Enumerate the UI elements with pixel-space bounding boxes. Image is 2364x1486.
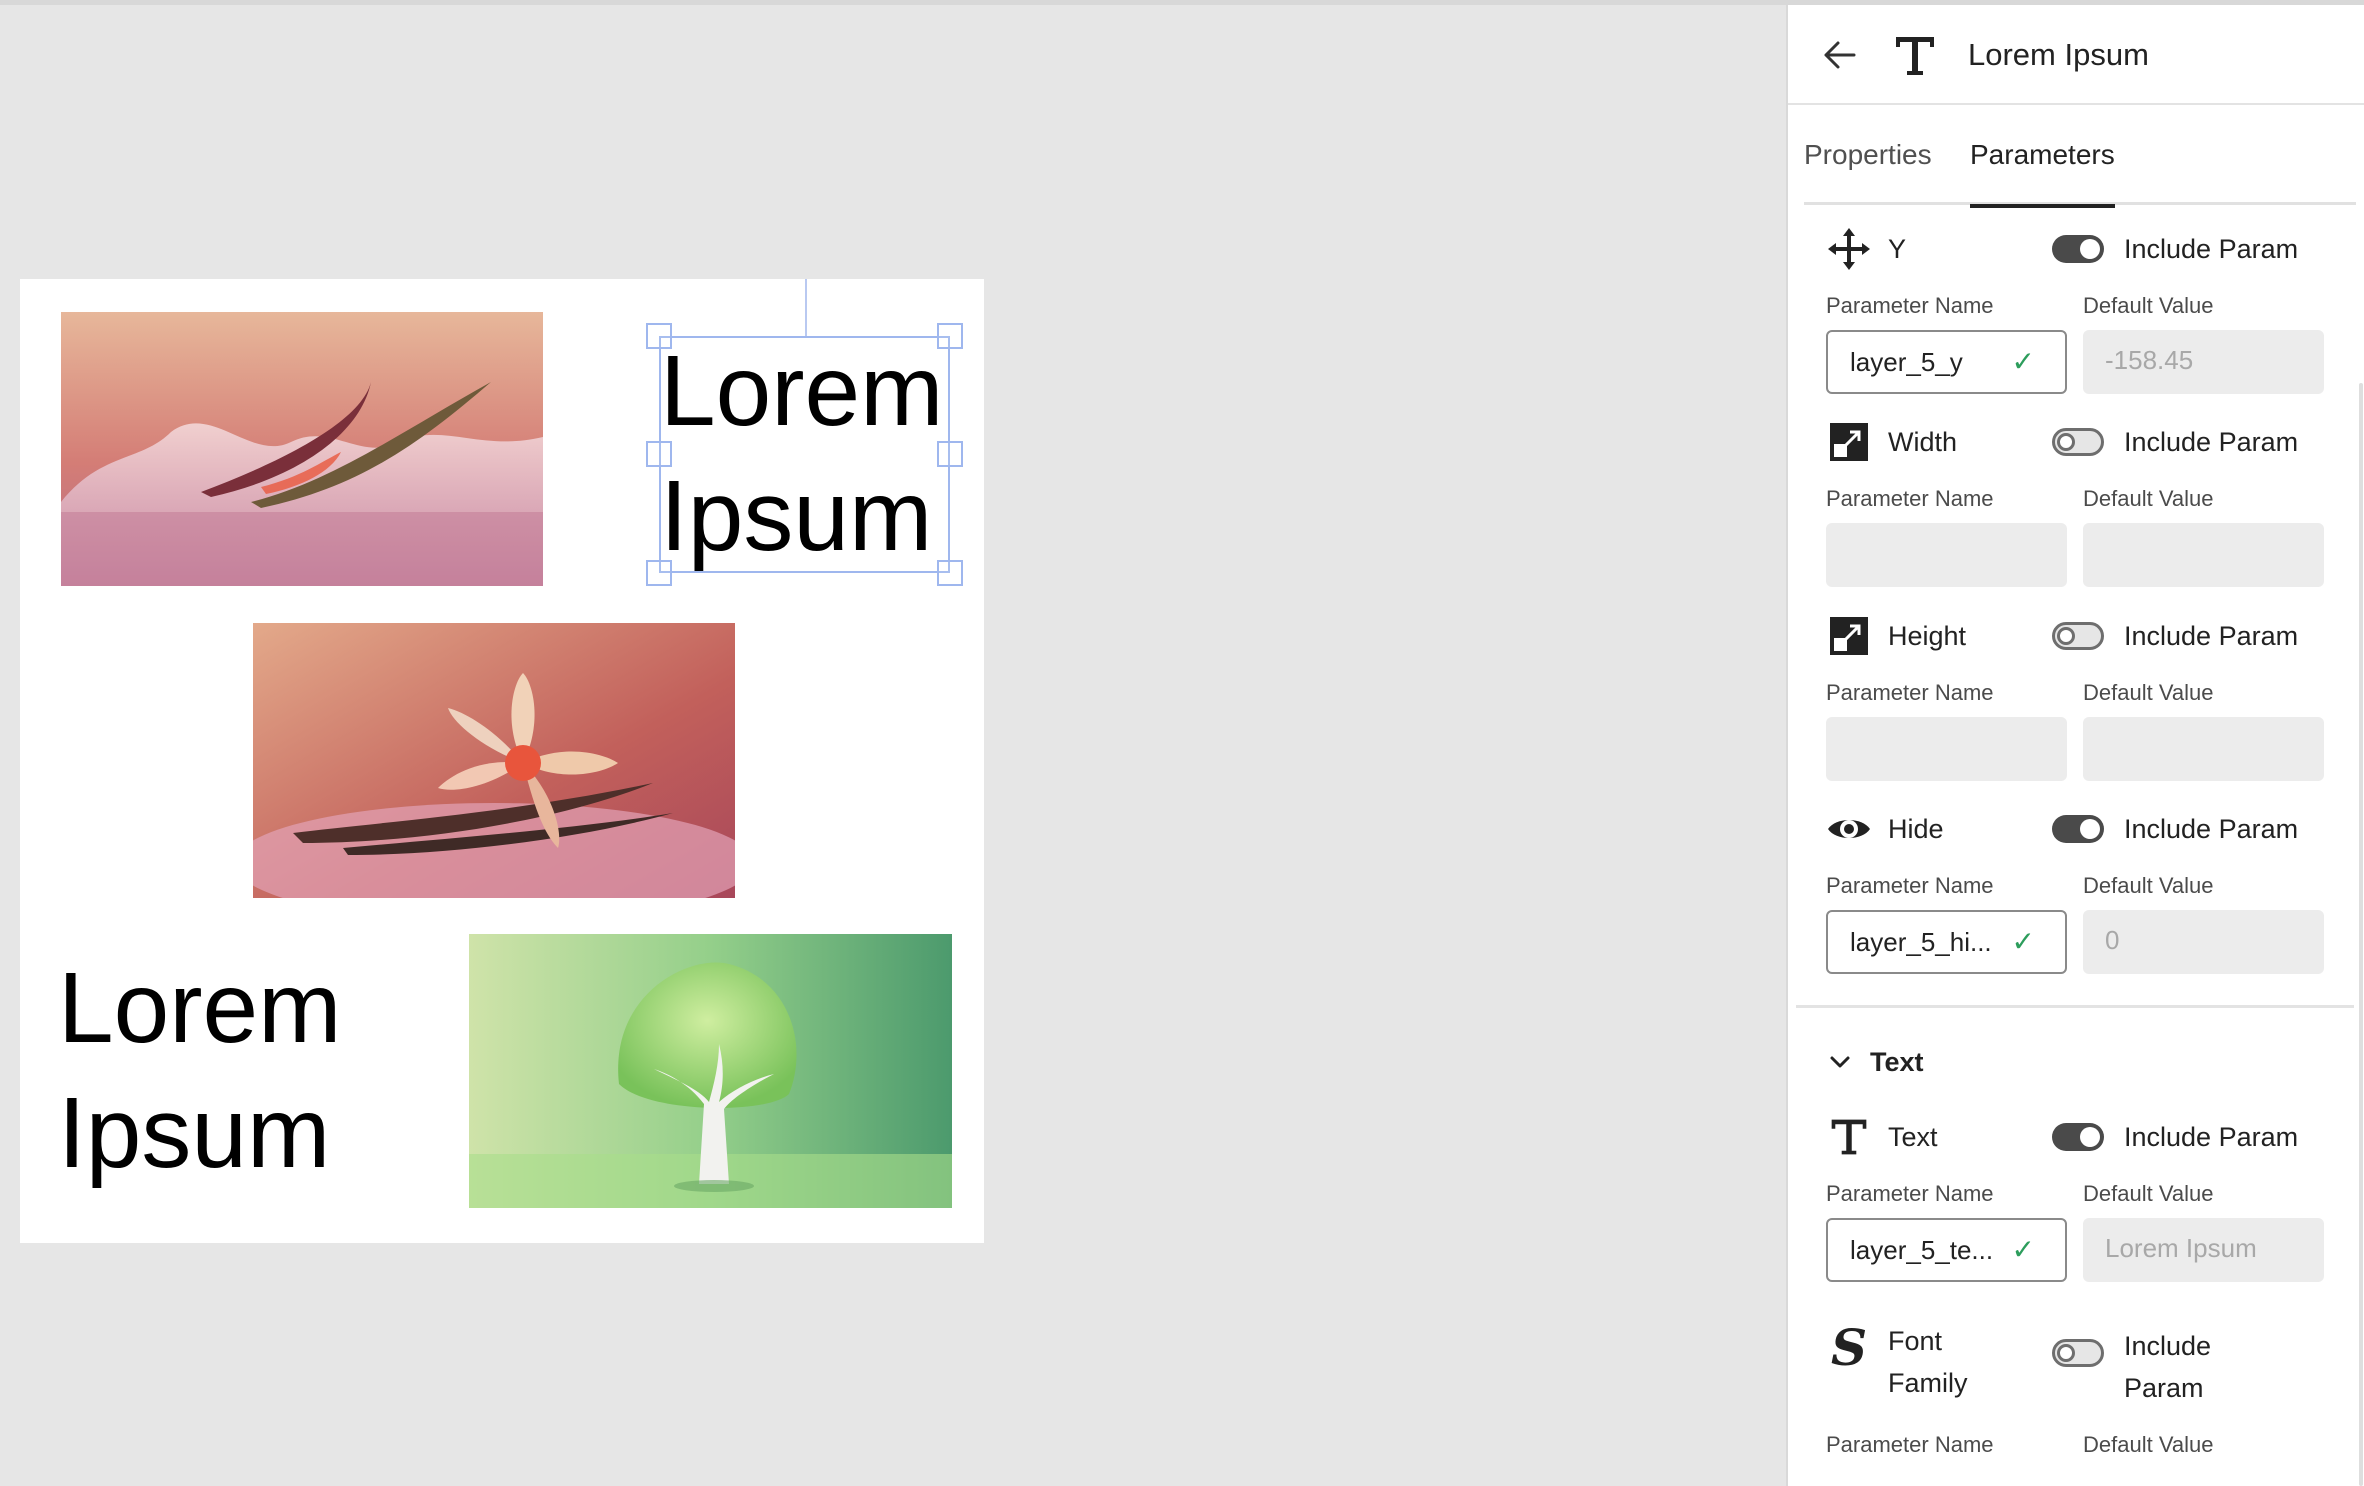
include-param-toggle[interactable] — [2052, 1123, 2104, 1151]
param-label: Height — [1888, 621, 1967, 651]
default-value-field: Lorem Ipsum — [2083, 1218, 2324, 1282]
param-label: Font Family — [1888, 1320, 1968, 1404]
resize-icon — [1826, 419, 1872, 465]
include-param-toggle[interactable] — [2052, 622, 2104, 650]
arrow-left-icon — [1820, 35, 1860, 80]
include-param-toggle[interactable] — [2052, 428, 2104, 456]
artboard[interactable]: Lorem Ipsum Lorem Ipsum — [20, 279, 984, 1243]
include-param-toggle[interactable] — [2052, 235, 2104, 263]
param-label: Text — [1888, 1122, 1938, 1152]
section-divider — [1796, 1005, 2354, 1008]
parameter-name-input — [1826, 523, 2067, 587]
properties-panel: Lorem Ipsum Properties Parameters Y Incl… — [1786, 5, 2364, 1486]
include-param-label: Include Param — [2124, 621, 2299, 651]
parameter-name-label: Parameter Name — [1826, 873, 1994, 898]
default-value-label: Default Value — [2083, 486, 2214, 511]
param-label: Hide — [1888, 814, 1944, 844]
param-label: Width — [1888, 427, 1958, 457]
resize-handle-left[interactable] — [646, 441, 672, 467]
include-param-toggle[interactable] — [2052, 815, 2104, 843]
rotate-handle-line — [805, 279, 807, 336]
font-family-icon: S — [1830, 1318, 1868, 1377]
parameter-name-input[interactable]: layer_5_y ✓ — [1826, 330, 2067, 394]
default-value-label: Default Value — [2083, 1181, 2214, 1206]
checkmark-icon: ✓ — [2011, 1234, 2035, 1265]
section-title: Text — [1870, 1046, 1924, 1077]
default-value-field: -158.45 — [2083, 330, 2324, 394]
default-value-label: Default Value — [2083, 873, 2214, 898]
include-param-label: Include Param — [2124, 1122, 2299, 1152]
include-param-label: Include Param — [2124, 234, 2299, 264]
default-value-field — [2083, 717, 2324, 781]
default-value-field — [2083, 523, 2324, 587]
default-value-field: 0 — [2083, 910, 2324, 974]
default-value-label: Default Value — [2083, 293, 2214, 318]
parameter-name-input[interactable]: layer_5_te... ✓ — [1826, 1218, 2067, 1282]
default-value-label: Default Value — [2083, 680, 2214, 705]
include-param-toggle[interactable] — [2052, 1339, 2104, 1367]
resize-handle-top-left[interactable] — [646, 323, 672, 349]
resize-handle-bottom-left[interactable] — [646, 560, 672, 586]
include-param-label: Include Param — [2124, 1325, 2211, 1409]
move-icon — [1826, 226, 1872, 272]
text-type-icon — [1892, 33, 1938, 79]
parameter-name-value: layer_5_te... — [1850, 1235, 1994, 1265]
param-label: Y — [1888, 234, 1907, 264]
default-value-label: Default Value — [2083, 1432, 2214, 1457]
parameter-name-label: Parameter Name — [1826, 293, 1994, 318]
parameter-name-label: Parameter Name — [1826, 1432, 1994, 1457]
include-param-label: Include Param — [2124, 814, 2299, 844]
resize-icon — [1826, 613, 1872, 659]
text-type-icon — [1826, 1114, 1872, 1160]
checkmark-icon: ✓ — [2011, 926, 2035, 957]
include-param-label-line: Param — [2124, 1373, 2204, 1403]
eye-icon — [1826, 806, 1872, 852]
image-vanilla-pods[interactable] — [61, 312, 543, 586]
parameter-name-label: Parameter Name — [1826, 486, 1994, 511]
panel-scrollbar[interactable] — [2359, 383, 2363, 1486]
canvas-text-line: Ipsum — [58, 1077, 331, 1189]
tab-parameters[interactable]: Parameters — [1970, 105, 2115, 208]
param-label-line: Family — [1888, 1368, 1968, 1398]
selection-box — [659, 336, 950, 573]
include-param-label: Include Param — [2124, 427, 2299, 457]
canvas-text-line: Lorem — [58, 952, 342, 1064]
image-tree[interactable] — [469, 934, 952, 1208]
parameter-name-input — [1826, 717, 2067, 781]
parameter-name-label: Parameter Name — [1826, 1181, 1994, 1206]
layer-title: Lorem Ipsum — [1968, 37, 2149, 72]
back-button[interactable] — [1818, 35, 1862, 79]
text-section-header[interactable]: Text — [1826, 1042, 1924, 1082]
resize-handle-right[interactable] — [937, 441, 963, 467]
param-label-line: Font — [1888, 1326, 1943, 1356]
image-vanilla-flower[interactable] — [253, 623, 735, 898]
checkmark-icon: ✓ — [2011, 346, 2035, 377]
parameter-name-value: layer_5_hi... — [1850, 927, 1992, 957]
resize-handle-top-right[interactable] — [937, 323, 963, 349]
panel-header: Lorem Ipsum — [1788, 5, 2364, 105]
parameter-name-input[interactable]: layer_5_hi... ✓ — [1826, 910, 2067, 974]
canvas-text-lorem-ipsum[interactable]: Lorem Ipsum — [58, 946, 458, 1196]
panel-tabs: Properties Parameters — [1804, 105, 2356, 208]
resize-handle-bottom-right[interactable] — [937, 560, 963, 586]
parameter-name-value: layer_5_y — [1850, 347, 1963, 377]
chevron-down-icon — [1826, 1048, 1854, 1076]
include-param-label-line: Include — [2124, 1331, 2212, 1361]
tab-properties[interactable]: Properties — [1804, 105, 1932, 205]
parameter-name-label: Parameter Name — [1826, 680, 1994, 705]
